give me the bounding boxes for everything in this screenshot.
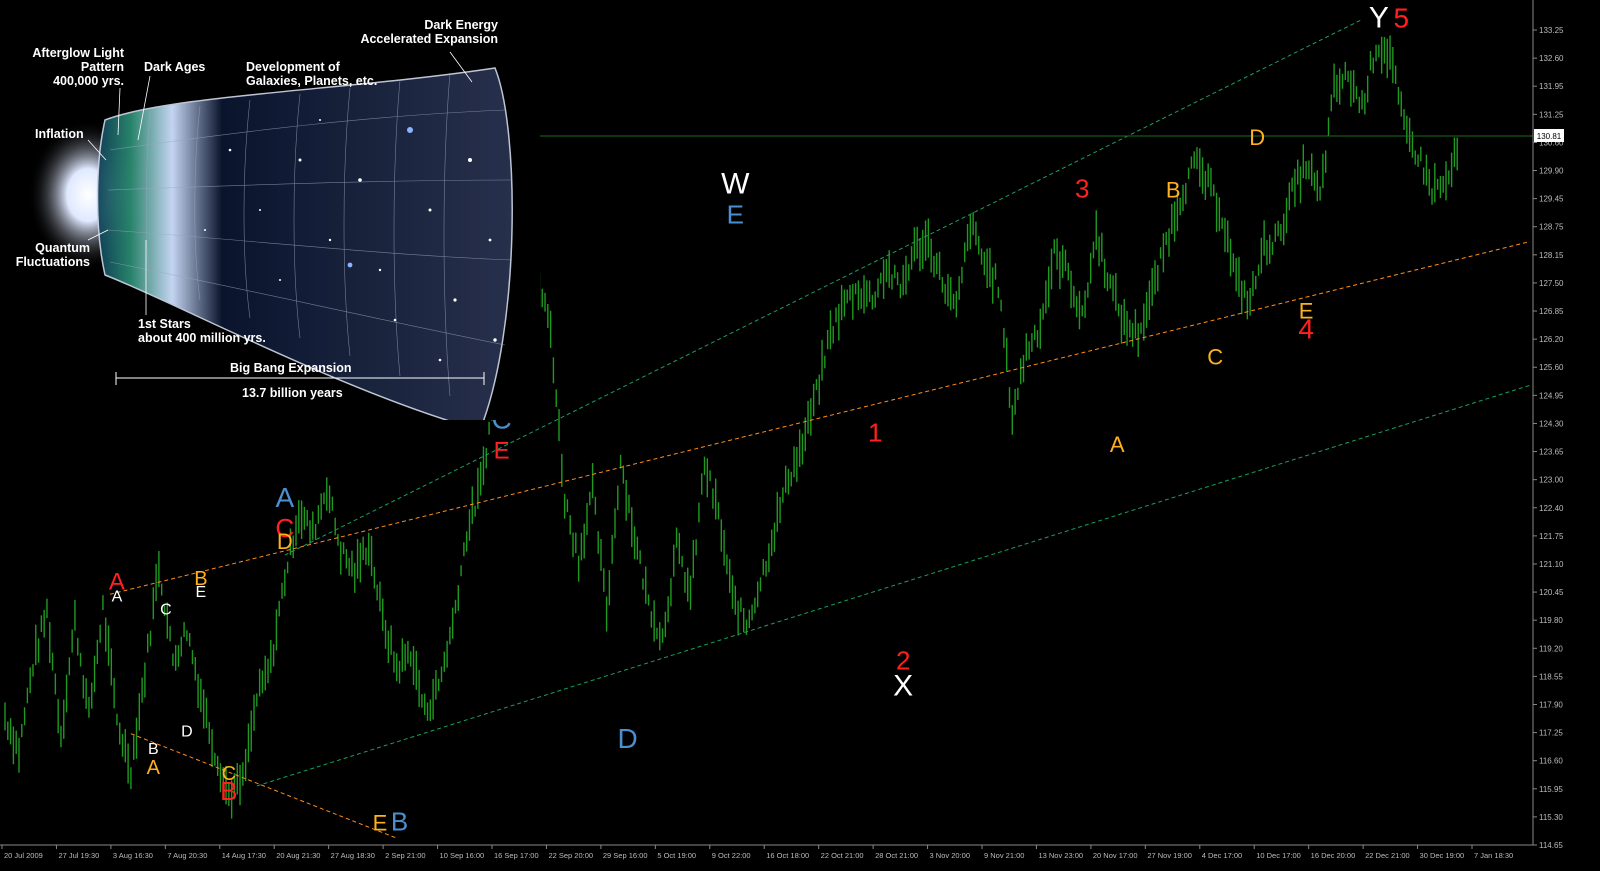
y-tick-label: 118.55 [1539,672,1563,681]
y-tick-label: 132.60 [1539,54,1564,63]
x-tick-label: 10 Dec 17:00 [1256,851,1301,860]
label-afterglow: Afterglow Light Pattern 400,000 yrs. [32,46,124,88]
x-tick-label: 16 Sep 17:00 [494,851,539,860]
wave-label: C [1207,345,1223,370]
wave-label: Y [1369,2,1389,35]
y-tick-label: 119.20 [1539,644,1563,653]
wave-label: A [275,482,294,513]
x-tick-label: 28 Oct 21:00 [875,851,918,860]
x-tick-label: 22 Oct 21:00 [821,851,864,860]
label-quantum: Quantum Fluctuations [15,241,90,269]
wave-label: X [893,670,913,703]
y-tick-label: 131.95 [1539,82,1564,91]
x-tick-label: 27 Aug 18:30 [331,851,375,860]
x-tick-label: 27 Jul 19:30 [58,851,99,860]
x-tick-label: 3 Nov 20:00 [930,851,970,860]
wave-label: D [277,529,293,554]
y-tick-label: 125.60 [1539,363,1564,372]
y-tick-label: 131.25 [1539,110,1564,119]
wave-label: W [721,168,750,201]
x-tick-label: 16 Dec 20:00 [1311,851,1356,860]
y-tick-label: 116.60 [1539,757,1563,766]
wave-label: D [617,723,637,754]
y-tick-label: 128.15 [1539,251,1564,260]
x-tick-label: 9 Oct 22:00 [712,851,751,860]
label-dark-energy: Dark Energy Accelerated Expansion [360,18,498,46]
wave-label: 3 [1075,173,1089,203]
wave-label: 4 [1298,314,1314,345]
y-tick-label: 126.20 [1539,335,1564,344]
y-tick-label: 127.50 [1539,279,1564,288]
x-tick-label: 3 Aug 16:30 [113,851,153,860]
wave-label: B [220,776,237,806]
x-tick-label: 9 Nov 21:00 [984,851,1024,860]
y-tick-label: 124.30 [1539,419,1564,428]
x-tick-label: 16 Oct 18:00 [766,851,809,860]
y-tick-label: 114.65 [1539,841,1563,850]
wave-label: B [391,807,408,837]
x-tick-label: 2 Sep 21:00 [385,851,425,860]
label-duration: 13.7 billion years [242,386,343,400]
label-development: Development of Galaxies, Planets, etc. [246,60,378,88]
y-tick-label: 115.30 [1539,813,1563,822]
wave-label: A [112,588,123,605]
wave-label: E [196,584,207,601]
x-tick-label: 30 Dec 19:00 [1420,851,1465,860]
y-tick-label: 123.65 [1539,448,1564,457]
label-dark-ages: Dark Ages [144,60,206,74]
label-first-stars: 1st Stars about 400 million yrs. [138,317,266,345]
x-tick-label: 5 Oct 19:00 [657,851,696,860]
y-tick-label: 115.95 [1539,785,1563,794]
y-tick-label: 123.00 [1539,476,1564,485]
wave-label: A [147,757,161,779]
wave-label: D [181,724,193,741]
y-tick-label: 122.40 [1539,504,1564,513]
wave-label: D [1249,125,1265,150]
y-tick-label: 129.45 [1539,195,1564,204]
y-tick-label: 129.90 [1539,167,1564,176]
y-tick-label: 119.80 [1539,616,1563,625]
y-tick-label: 117.25 [1539,729,1563,738]
x-tick-label: 22 Sep 20:00 [548,851,593,860]
x-tick-label: 20 Jul 2009 [4,851,43,860]
wave-label: B [148,741,159,758]
x-tick-label: 7 Aug 20:30 [167,851,207,860]
wave-label: 1 [868,417,882,447]
universe-timeline-inset: Afterglow Light Pattern 400,000 yrs. Dar… [0,0,540,420]
x-tick-label: 4 Dec 17:00 [1202,851,1242,860]
x-tick-label: 7 Jan 18:30 [1474,851,1513,860]
x-tick-label: 20 Nov 17:00 [1093,851,1138,860]
y-tick-label: 121.10 [1539,560,1564,569]
current-price-tag: 130.81 [1534,129,1564,142]
wave-label: 5 [1393,3,1409,34]
y-tick-label: 124.95 [1539,391,1564,400]
x-tick-label: 13 Nov 23:00 [1038,851,1083,860]
y-tick-label: 121.75 [1539,532,1564,541]
y-tick-label: 126.85 [1539,307,1564,316]
y-tick-label: 117.90 [1539,700,1563,709]
x-tick-label: 27 Nov 19:00 [1147,851,1192,860]
wave-label: E [727,200,744,230]
wave-label: E [494,438,510,465]
current-price-label: 130.81 [1537,132,1562,141]
label-inflation: Inflation [35,127,84,141]
y-tick-label: 133.25 [1539,26,1564,35]
label-big-bang: Big Bang Expansion [230,361,352,375]
y-tick-label: 120.45 [1539,588,1564,597]
x-tick-label: 29 Sep 16:00 [603,851,648,860]
wave-label: C [160,601,172,618]
wave-label: A [1110,432,1125,457]
wave-label: B [1166,177,1181,202]
x-tick-label: 10 Sep 16:00 [440,851,485,860]
x-tick-label: 14 Aug 17:30 [222,851,266,860]
x-tick-label: 22 Dec 21:00 [1365,851,1410,860]
wave-label: E [373,811,388,836]
x-tick-label: 20 Aug 21:30 [276,851,320,860]
y-tick-label: 128.75 [1539,223,1564,232]
